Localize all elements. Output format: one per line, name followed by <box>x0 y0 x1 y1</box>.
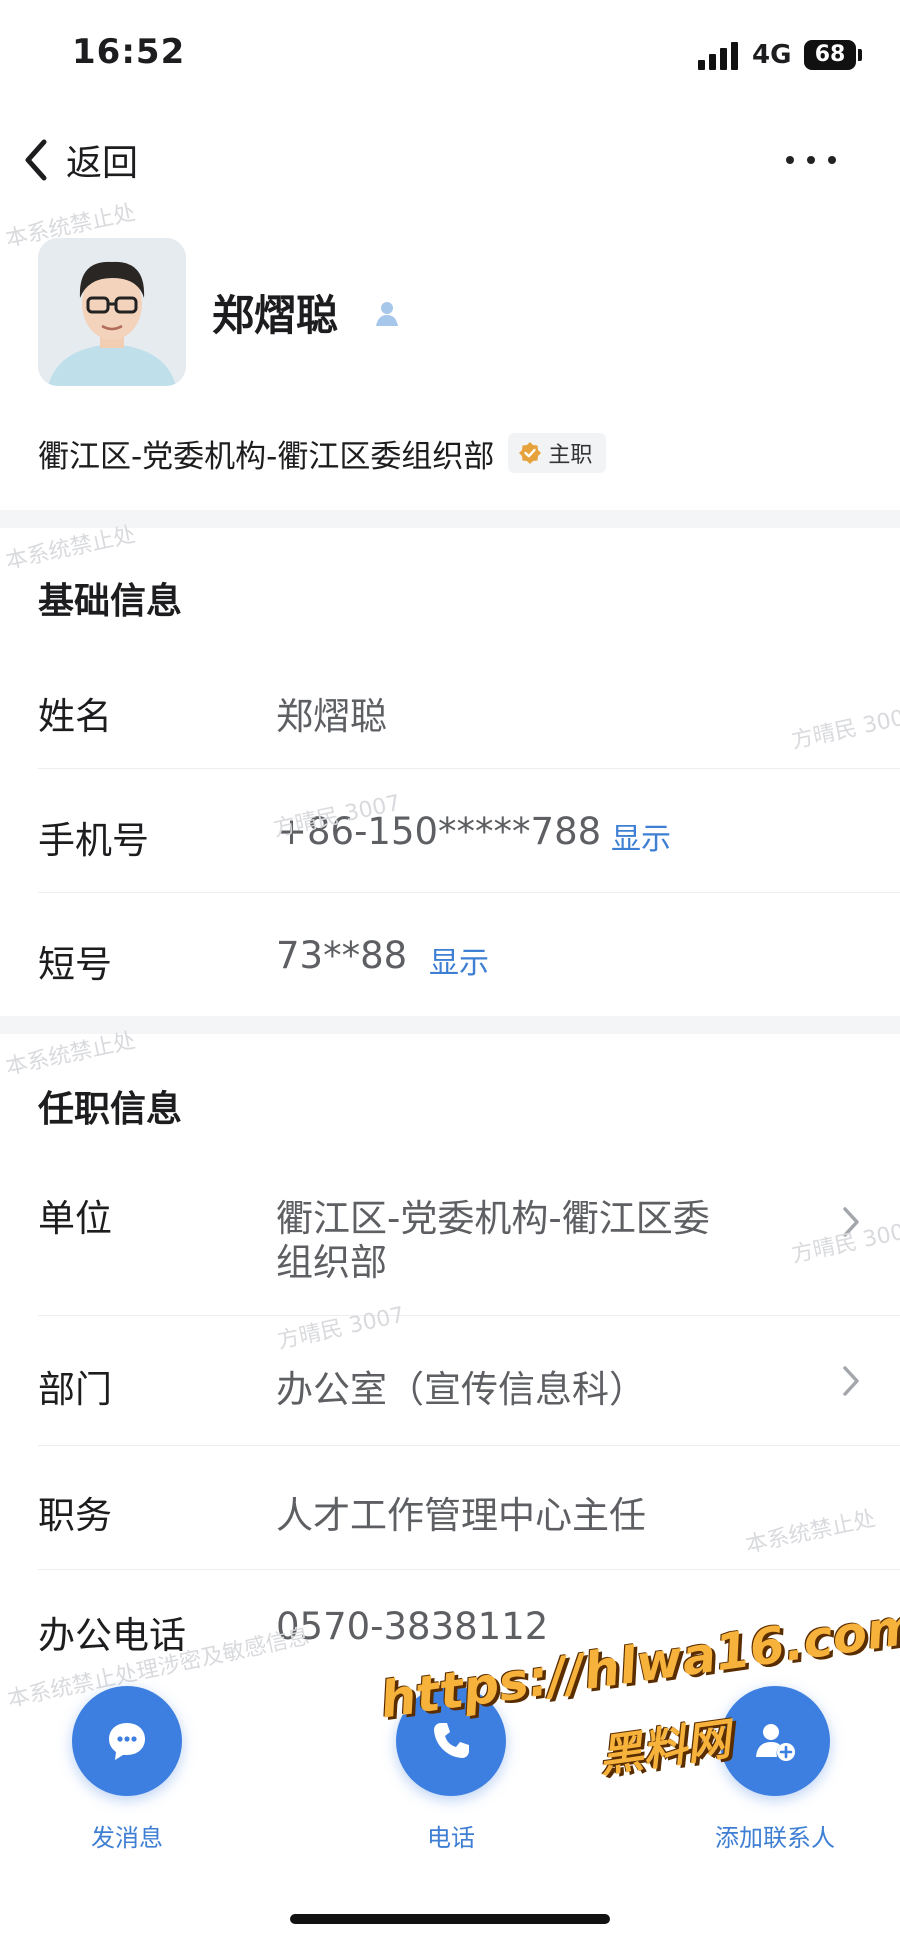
info-row-unit[interactable]: 单位 衢江区-党委机构-衢江区委 组织部 <box>0 1160 900 1315</box>
row-label: 短号 <box>38 943 112 986</box>
person-icon <box>376 302 398 326</box>
row-label: 姓名 <box>38 695 112 738</box>
back-button[interactable]: 返回 <box>18 132 138 188</box>
contact-name: 郑熠聪 <box>212 291 339 340</box>
contact-detail-page: 16:52 4G 68 返回 郑熠聪 衢江区-党委机构-衢江区委组织部 主职 基… <box>0 0 900 1950</box>
row-label: 手机号 <box>38 819 149 862</box>
send-message-label: 发消息 <box>91 1824 163 1852</box>
section-divider <box>0 510 900 528</box>
duty-value: 人才工作管理中心主任 <box>276 1494 646 1537</box>
signal-icon <box>698 40 740 70</box>
section-divider <box>0 1016 900 1034</box>
add-contact-label: 添加联系人 <box>715 1824 835 1852</box>
status-bar: 16:52 4G 68 <box>0 0 900 110</box>
chevron-right-icon <box>843 1366 859 1396</box>
add-contact-circle <box>720 1686 830 1796</box>
chevron-left-icon <box>25 139 47 181</box>
show-short-number-link[interactable]: 显示 <box>429 938 489 982</box>
profile-header: 郑熠聪 衢江区-党委机构-衢江区委组织部 主职 <box>0 210 900 510</box>
main-position-badge: 主职 <box>508 433 607 473</box>
info-row-name: 姓名 郑熠聪 <box>0 660 900 768</box>
short-number-value: 73**88 <box>276 934 408 977</box>
org-path: 衢江区-党委机构-衢江区委组织部 <box>38 438 495 475</box>
org-line: 衢江区-党委机构-衢江区委组织部 主职 <box>38 428 607 478</box>
call-label: 电话 <box>427 1824 475 1852</box>
message-circle <box>72 1686 182 1796</box>
row-label: 单位 <box>38 1197 112 1240</box>
more-horizontal-icon[interactable] <box>786 150 836 170</box>
network-type: 4G <box>752 40 792 70</box>
badge-label: 主职 <box>548 443 593 468</box>
avatar[interactable] <box>38 238 186 386</box>
section-title-basic: 基础信息 <box>38 581 183 622</box>
back-label: 返回 <box>66 143 139 184</box>
home-indicator <box>290 1914 610 1924</box>
department-value: 办公室（宣传信息科） <box>276 1368 646 1411</box>
row-value: 郑熠聪 <box>276 695 387 738</box>
info-row-short-number: 短号 73**88 显示 <box>0 892 900 1016</box>
info-row-phone: 手机号 +86-150*****788 显示 <box>0 768 900 892</box>
row-label: 部门 <box>38 1368 112 1411</box>
section-title-job: 任职信息 <box>38 1089 183 1130</box>
verified-badge-icon <box>519 442 542 464</box>
unit-value-line2: 组织部 <box>276 1241 387 1284</box>
phone-icon <box>434 1723 469 1758</box>
show-phone-link[interactable]: 显示 <box>611 814 671 858</box>
battery-tip <box>858 49 862 61</box>
nav-bar: 返回 <box>0 110 900 210</box>
row-label: 职务 <box>38 1494 112 1537</box>
battery-icon: 68 <box>804 40 856 70</box>
send-message-button[interactable]: 发消息 <box>52 1686 202 1852</box>
info-row-department[interactable]: 部门 办公室（宣传信息科） <box>0 1315 900 1445</box>
status-time: 16:52 <box>72 32 186 72</box>
office-phone-value[interactable]: 0570-3838112 <box>276 1605 548 1648</box>
add-user-icon <box>756 1724 795 1761</box>
chat-bubble-icon <box>109 1723 145 1760</box>
